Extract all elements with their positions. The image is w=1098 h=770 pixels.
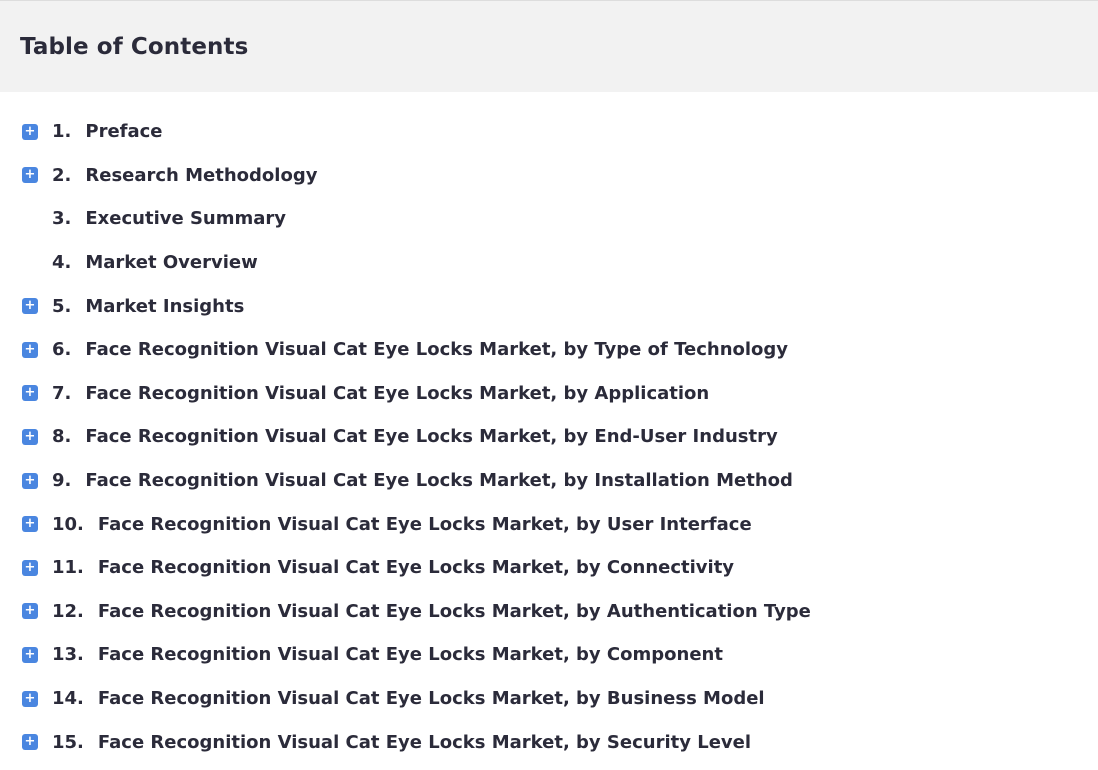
toc-item[interactable]: + 12. Face Recognition Visual Cat Eye Lo… <box>0 590 1098 634</box>
toc-item-label[interactable]: Face Recognition Visual Cat Eye Locks Ma… <box>98 601 811 622</box>
toc-item-label[interactable]: Face Recognition Visual Cat Eye Locks Ma… <box>85 383 709 404</box>
toc-item-label[interactable]: Executive Summary <box>85 208 286 229</box>
toc-item-label[interactable]: Face Recognition Visual Cat Eye Locks Ma… <box>98 557 734 578</box>
expand-plus-icon[interactable]: + <box>22 341 38 358</box>
expand-plus-icon[interactable]: + <box>22 603 38 620</box>
toc-list: + 1. Preface + 2. Research Methodology 3… <box>0 92 1098 764</box>
toc-item-label[interactable]: Face Recognition Visual Cat Eye Locks Ma… <box>85 470 793 491</box>
toc-item[interactable]: + 10. Face Recognition Visual Cat Eye Lo… <box>0 502 1098 546</box>
toc-item-label[interactable]: Face Recognition Visual Cat Eye Locks Ma… <box>85 426 777 447</box>
toc-item-label[interactable]: Preface <box>85 121 162 142</box>
toc-item-label[interactable]: Market Insights <box>85 296 244 317</box>
toc-item[interactable]: + 14. Face Recognition Visual Cat Eye Lo… <box>0 677 1098 721</box>
expand-plus-icon[interactable]: + <box>22 559 38 576</box>
toc-item-label[interactable]: Face Recognition Visual Cat Eye Locks Ma… <box>98 514 752 535</box>
toc-item[interactable]: + 5. Market Insights <box>0 284 1098 328</box>
toc-item-number: 5. <box>52 295 72 317</box>
toc-item[interactable]: + 2. Research Methodology <box>0 154 1098 198</box>
toc-item-label[interactable]: Face Recognition Visual Cat Eye Locks Ma… <box>85 339 788 360</box>
toc-item-number: 1. <box>52 121 72 143</box>
expand-plus-icon[interactable]: + <box>22 472 38 489</box>
toc-item-number: 4. <box>52 252 72 274</box>
toc-item[interactable]: + 7. Face Recognition Visual Cat Eye Loc… <box>0 372 1098 416</box>
toc-title: Table of Contents <box>20 33 249 60</box>
toc-item-number: 14. <box>52 688 84 710</box>
toc-item-label[interactable]: Research Methodology <box>85 165 317 186</box>
toc-item[interactable]: 4. Market Overview <box>0 241 1098 285</box>
expand-plus-icon[interactable]: + <box>22 428 38 445</box>
toc-item-number: 12. <box>52 600 84 622</box>
toc-item-number: 13. <box>52 644 84 666</box>
expand-plus-icon[interactable]: + <box>22 516 38 533</box>
toc-item-number: 3. <box>52 208 72 230</box>
expand-plus-icon[interactable]: + <box>22 123 38 140</box>
toc-header: Table of Contents <box>0 0 1098 92</box>
toc-item[interactable]: + 13. Face Recognition Visual Cat Eye Lo… <box>0 633 1098 677</box>
toc-item-label[interactable]: Face Recognition Visual Cat Eye Locks Ma… <box>98 688 765 709</box>
toc-item-label[interactable]: Face Recognition Visual Cat Eye Locks Ma… <box>98 732 751 753</box>
toc-item[interactable]: + 9. Face Recognition Visual Cat Eye Loc… <box>0 459 1098 503</box>
toc-item[interactable]: + 6. Face Recognition Visual Cat Eye Loc… <box>0 328 1098 372</box>
expand-plus-icon[interactable]: + <box>22 167 38 184</box>
toc-item-label[interactable]: Market Overview <box>85 252 257 273</box>
table-of-contents: Table of Contents + 1. Preface + 2. Rese… <box>0 0 1098 770</box>
toc-item[interactable]: + 8. Face Recognition Visual Cat Eye Loc… <box>0 415 1098 459</box>
toc-item[interactable]: 3. Executive Summary <box>0 197 1098 241</box>
toc-item-number: 7. <box>52 382 72 404</box>
toc-item-number: 10. <box>52 513 84 535</box>
toc-item-number: 2. <box>52 164 72 186</box>
toc-item-number: 9. <box>52 470 72 492</box>
toc-item-number: 15. <box>52 731 84 753</box>
expand-plus-icon[interactable]: + <box>22 734 38 751</box>
expand-plus-icon[interactable]: + <box>22 298 38 315</box>
expand-plus-icon[interactable]: + <box>22 690 38 707</box>
toc-item-label[interactable]: Face Recognition Visual Cat Eye Locks Ma… <box>98 644 723 665</box>
toc-item[interactable]: + 11. Face Recognition Visual Cat Eye Lo… <box>0 546 1098 590</box>
toc-item-number: 6. <box>52 339 72 361</box>
toc-item-number: 8. <box>52 426 72 448</box>
toc-item[interactable]: + 1. Preface <box>0 110 1098 154</box>
expand-plus-icon[interactable]: + <box>22 385 38 402</box>
toc-item-number: 11. <box>52 557 84 579</box>
expand-plus-icon[interactable]: + <box>22 646 38 663</box>
toc-item[interactable]: + 15. Face Recognition Visual Cat Eye Lo… <box>0 720 1098 764</box>
